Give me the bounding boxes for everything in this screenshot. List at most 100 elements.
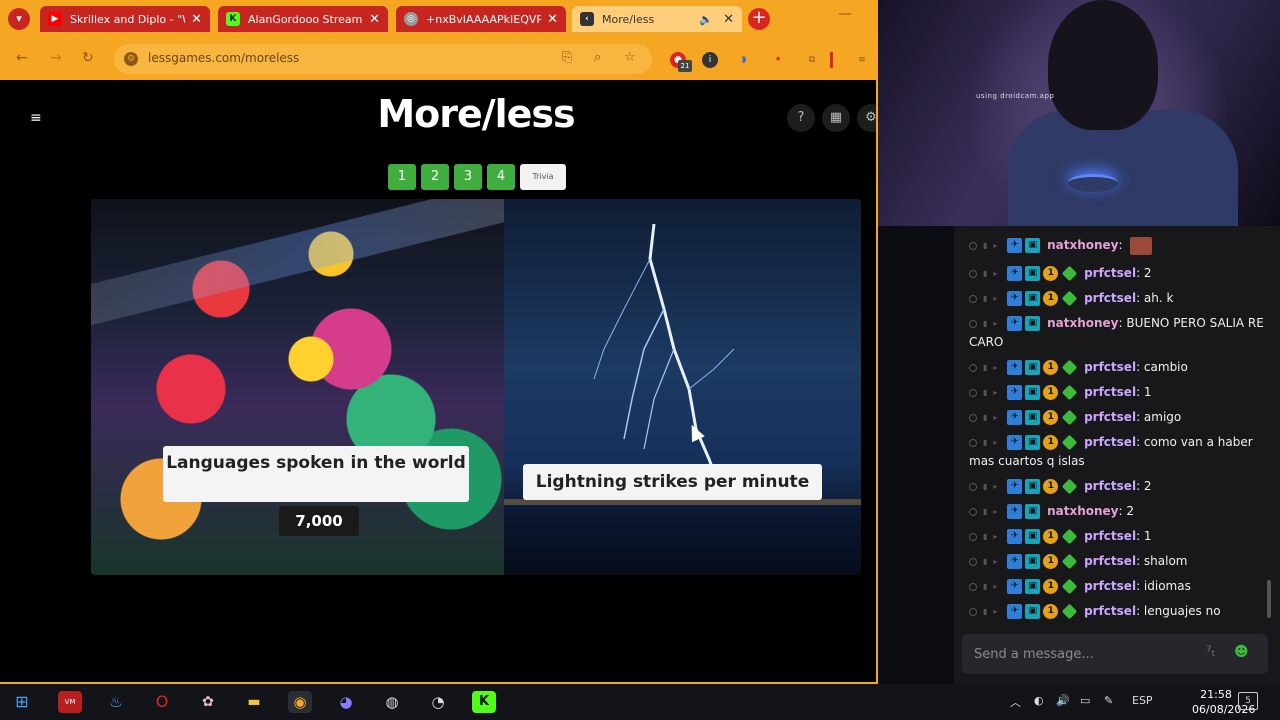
- level-button-1[interactable]: 1: [388, 164, 416, 190]
- url-text[interactable]: lessgames.com/moreless: [148, 51, 299, 65]
- close-tab-icon[interactable]: ✕: [723, 12, 734, 27]
- forward-icon[interactable]: →: [50, 50, 62, 66]
- tab-kick[interactable]: K AlanGordooo Stream ✕: [218, 6, 388, 32]
- app-icon[interactable]: ◔: [426, 691, 450, 713]
- notification-center-icon[interactable]: 5: [1238, 692, 1258, 710]
- minimize-icon[interactable]: —: [838, 6, 852, 22]
- close-tab-icon[interactable]: ✕: [191, 12, 202, 27]
- mod-timeout-icon[interactable]: ▸: [993, 264, 997, 283]
- kick-icon[interactable]: K: [472, 691, 496, 713]
- address-bar[interactable]: ⚙ lessgames.com/moreless ⎘ ⌕ ☆: [114, 44, 652, 74]
- chat-username[interactable]: natxhoney: [1047, 504, 1118, 518]
- app-icon[interactable]: ✿: [196, 691, 220, 713]
- mod-ban-icon[interactable]: [969, 438, 977, 447]
- chat-username[interactable]: prfctsel: [1084, 479, 1136, 493]
- mod-delete-icon[interactable]: ▮: [983, 602, 987, 621]
- bookmark-star-icon[interactable]: ☆: [624, 50, 636, 65]
- windows-start-icon[interactable]: ⊞: [10, 691, 34, 713]
- mod-ban-icon[interactable]: [969, 269, 977, 278]
- mod-ban-icon[interactable]: [969, 482, 977, 491]
- menu-icon[interactable]: ≡: [854, 52, 870, 68]
- network-icon[interactable]: ▭: [1080, 694, 1090, 707]
- chat-input[interactable]: [974, 644, 1194, 664]
- mod-delete-icon[interactable]: ▮: [983, 552, 987, 571]
- volume-icon[interactable]: 🔊: [1056, 694, 1070, 707]
- mod-timeout-icon[interactable]: ▸: [993, 602, 997, 621]
- chat-username[interactable]: prfctsel: [1084, 291, 1136, 305]
- translate-icon[interactable]: ⎘: [562, 50, 572, 65]
- chat-username[interactable]: prfctsel: [1084, 266, 1136, 280]
- speaker-icon[interactable]: 🔈: [699, 13, 713, 26]
- mod-delete-icon[interactable]: ▮: [983, 477, 987, 496]
- mod-delete-icon[interactable]: ▮: [983, 236, 987, 255]
- mod-delete-icon[interactable]: ▮: [983, 264, 987, 283]
- mod-timeout-icon[interactable]: ▸: [993, 289, 997, 308]
- mod-timeout-icon[interactable]: ▸: [993, 552, 997, 571]
- chat-username[interactable]: prfctsel: [1084, 385, 1136, 399]
- translate-icon[interactable]: ⁷ₜ: [1206, 644, 1216, 660]
- opera-icon[interactable]: O: [150, 691, 174, 713]
- extension-icon[interactable]: ✦: [770, 52, 786, 68]
- chat-username[interactable]: prfctsel: [1084, 554, 1136, 568]
- pen-icon[interactable]: ✎: [1104, 694, 1113, 707]
- chat-username[interactable]: natxhoney: [1047, 238, 1118, 252]
- mod-timeout-icon[interactable]: ▸: [993, 527, 997, 546]
- tray-chevron-icon[interactable]: ︿: [1010, 694, 1021, 710]
- close-tab-icon[interactable]: ✕: [547, 12, 558, 27]
- mod-ban-icon[interactable]: [969, 607, 977, 616]
- obs-icon[interactable]: ◍: [380, 691, 404, 713]
- level-button-2[interactable]: 2: [421, 164, 449, 190]
- mod-timeout-icon[interactable]: ▸: [993, 408, 997, 427]
- hamburger-menu-icon[interactable]: ≡: [30, 110, 42, 126]
- mod-timeout-icon[interactable]: ▸: [993, 577, 997, 596]
- calendar-icon[interactable]: ▦: [822, 104, 850, 132]
- mod-ban-icon[interactable]: [969, 319, 977, 328]
- chat-username[interactable]: prfctsel: [1084, 410, 1136, 424]
- mod-timeout-icon[interactable]: ▸: [993, 477, 997, 496]
- mod-ban-icon[interactable]: [969, 363, 977, 372]
- chrome-icon[interactable]: ◉: [288, 691, 312, 713]
- mod-ban-icon[interactable]: [969, 413, 977, 422]
- tab-image[interactable]: ◎ +nxBvIAAAAPkIEQVR ✕: [396, 6, 566, 32]
- mod-ban-icon[interactable]: [969, 507, 977, 516]
- chat-username[interactable]: prfctsel: [1084, 529, 1136, 543]
- discord-icon[interactable]: ◕: [334, 691, 358, 713]
- mod-delete-icon[interactable]: ▮: [983, 314, 987, 333]
- close-tab-icon[interactable]: ✕: [369, 12, 380, 27]
- extension-icon[interactable]: i: [702, 52, 718, 68]
- level-button-3[interactable]: 3: [454, 164, 482, 190]
- clock[interactable]: 21:58 06/08/2026: [1192, 687, 1255, 717]
- voicemeeter-icon[interactable]: VM: [58, 691, 82, 713]
- mod-ban-icon[interactable]: [969, 294, 977, 303]
- steam-icon[interactable]: ♨: [104, 691, 128, 713]
- tab-moreless[interactable]: ‹ More/less 🔈 ✕: [572, 6, 742, 32]
- mod-delete-icon[interactable]: ▮: [983, 527, 987, 546]
- mod-timeout-icon[interactable]: ▸: [993, 358, 997, 377]
- reload-icon[interactable]: ↻: [82, 50, 94, 66]
- right-card-image[interactable]: [504, 199, 861, 575]
- back-icon[interactable]: ←: [16, 50, 28, 66]
- zoom-icon[interactable]: ⌕: [594, 50, 601, 65]
- chat-username[interactable]: prfctsel: [1084, 579, 1136, 593]
- mod-delete-icon[interactable]: ▮: [983, 577, 987, 596]
- mod-ban-icon[interactable]: [969, 388, 977, 397]
- mod-ban-icon[interactable]: [969, 532, 977, 541]
- trivia-button[interactable]: Trivia: [520, 164, 566, 190]
- mod-timeout-icon[interactable]: ▸: [993, 236, 997, 255]
- tab-search-button[interactable]: ▾: [8, 8, 30, 30]
- mod-delete-icon[interactable]: ▮: [983, 289, 987, 308]
- site-info-icon[interactable]: ⚙: [124, 52, 138, 66]
- mod-ban-icon[interactable]: [969, 241, 977, 250]
- mod-delete-icon[interactable]: ▮: [983, 408, 987, 427]
- chat-username[interactable]: prfctsel: [1084, 360, 1136, 374]
- settings-icon[interactable]: ⚙: [857, 104, 876, 132]
- chat-username[interactable]: natxhoney: [1047, 316, 1118, 330]
- puzzle-icon[interactable]: ⧉: [804, 52, 820, 68]
- new-tab-button[interactable]: +: [748, 8, 770, 30]
- tab-youtube[interactable]: ▶ Skrillex and Diplo - "W ✕: [40, 6, 210, 32]
- mod-timeout-icon[interactable]: ▸: [993, 383, 997, 402]
- mod-delete-icon[interactable]: ▮: [983, 433, 987, 452]
- mod-timeout-icon[interactable]: ▸: [993, 314, 997, 333]
- chat-scrollbar[interactable]: [1267, 580, 1271, 618]
- extension-icon[interactable]: ◗: [736, 52, 752, 68]
